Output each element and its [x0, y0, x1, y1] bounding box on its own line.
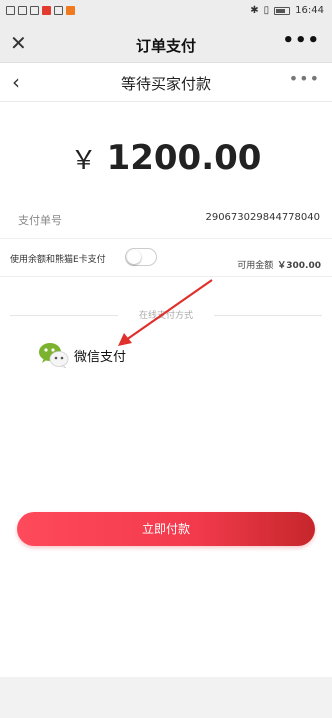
- wifi-icon: [30, 6, 39, 15]
- app-title-bar: ✕ 订单支付 •••: [0, 26, 332, 63]
- wechat-icon: [38, 341, 70, 369]
- order-number-value: 290673029844778040: [205, 212, 320, 223]
- page-header: ‹ 等待买家付款 •••: [0, 63, 332, 102]
- sim-icon: [6, 6, 15, 15]
- divider-right: [214, 315, 322, 316]
- vibrate-icon: ▯: [263, 5, 270, 16]
- payment-panel: ￥ 1200.00 支付单号 290673029844778040 使用余额和熊猫…: [0, 102, 332, 677]
- qq-icon: [54, 6, 63, 15]
- signal-icon: [18, 6, 27, 15]
- available-balance: 可用金额 ￥300.00: [237, 258, 321, 271]
- currency-symbol: ￥: [70, 146, 97, 176]
- payment-method-wechat[interactable]: 微信支付: [38, 340, 126, 370]
- available-value: ￥300.00: [277, 261, 321, 271]
- status-bar: ✱ ▯ 16:44: [0, 0, 332, 26]
- page-more-icon[interactable]: •••: [289, 69, 320, 88]
- balance-label: 使用余额和熊猫E卡支付: [10, 255, 106, 265]
- battery-icon: [274, 6, 291, 15]
- toggle-knob: [127, 250, 141, 264]
- status-time: 16:44: [295, 5, 324, 16]
- app-notification-icon: [42, 6, 51, 15]
- payment-method-label: 微信支付: [74, 349, 127, 365]
- payment-amount: ￥ 1200.00: [0, 138, 332, 178]
- order-number-label: 支付单号: [18, 214, 62, 227]
- page-title: 等待买家付款: [120, 75, 211, 93]
- order-number-row: 支付单号 290673029844778040: [0, 202, 332, 239]
- bluetooth-icon: ✱: [250, 5, 259, 16]
- amount-value: 1200.00: [106, 138, 262, 178]
- app-notification-icon-2: [66, 6, 75, 15]
- pay-now-button[interactable]: 立即付款: [17, 512, 315, 546]
- balance-toggle[interactable]: [125, 248, 157, 266]
- status-icons-right: ✱ ▯ 16:44: [250, 5, 324, 16]
- balance-row: 使用余额和熊猫E卡支付 可用金额 ￥300.00: [0, 240, 332, 277]
- status-icons-left: [6, 6, 75, 15]
- more-menu-icon[interactable]: •••: [282, 30, 320, 51]
- available-label: 可用金额: [237, 261, 274, 271]
